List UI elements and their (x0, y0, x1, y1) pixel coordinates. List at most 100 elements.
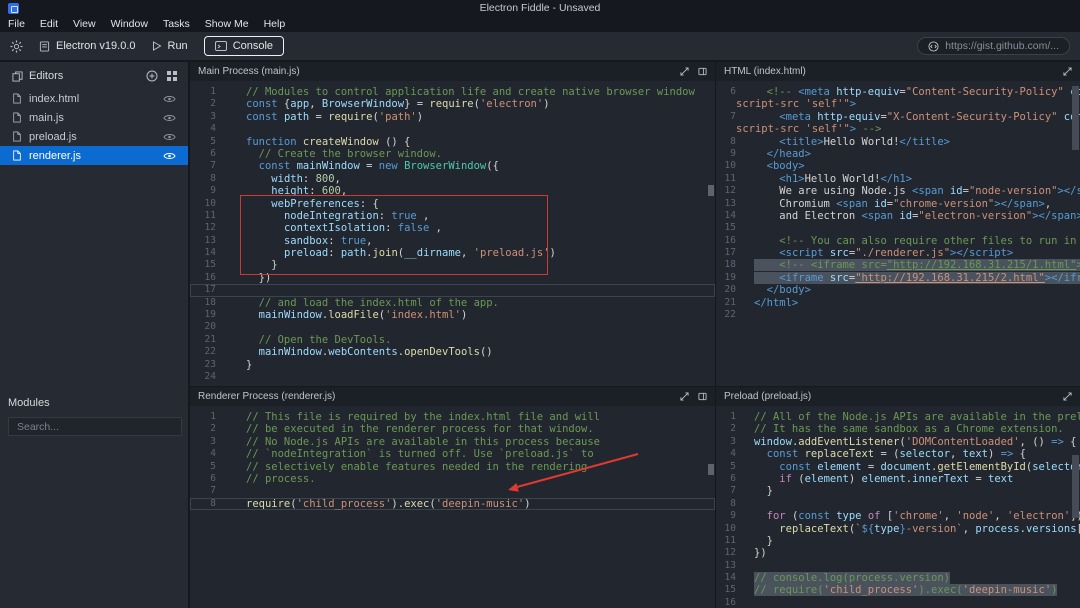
editor-file-list: index.html main.js preload.js renderer.js (0, 89, 188, 165)
document-icon (39, 40, 50, 52)
editors-section-header: Editors (0, 62, 188, 89)
line-number: 11 (204, 209, 216, 221)
code-line: 4 (190, 123, 715, 135)
line-number: 1 (210, 86, 216, 97)
code-line: 19 mainWindow.loadFile('index.html') (190, 309, 715, 321)
line-number: 13 (724, 197, 736, 209)
line-number: 9 (210, 185, 216, 197)
line-number: 6 (210, 472, 216, 484)
code-editor-main[interactable]: 1// Modules to control application life … (190, 81, 715, 386)
code-line: 4 const replaceText = (selector, text) =… (716, 448, 1080, 460)
electron-version-selector[interactable]: Electron v19.0.0 (39, 40, 136, 52)
expand-icon[interactable] (680, 392, 689, 401)
code-line: 7 <meta http-equiv="X-Content-Security-P… (716, 111, 1080, 123)
code-line: 12 We are using Node.js <span id="node-v… (716, 185, 1080, 197)
code-line: 18 <!-- <iframe src="http://192.168.31.2… (716, 259, 1080, 272)
line-number: 1 (730, 411, 736, 422)
menu-bar: File Edit View Window Tasks Show Me Help (0, 16, 1080, 32)
code-line: 10 replaceText(`${type}-version`, proces… (716, 523, 1080, 535)
code-line: 13 Chromium <span id="chrome-version"></… (716, 198, 1080, 210)
layers-icon (12, 70, 23, 82)
panel-toggle-icon[interactable] (698, 392, 707, 401)
overview-ruler-marker (708, 464, 714, 475)
eye-icon[interactable] (163, 152, 176, 160)
code-line: 6 <!-- <meta http-equiv="Content-Securit… (716, 86, 1080, 98)
menu-view[interactable]: View (73, 18, 96, 30)
code-line: 7 (190, 485, 715, 497)
code-line: 8 require('child_process').exec('deepin-m… (190, 498, 715, 510)
pane-title: Main Process (main.js) (198, 66, 300, 77)
sidebar-item-preload.js[interactable]: preload.js (0, 127, 188, 146)
code-line: 15// require('child_process').exec('deep… (716, 584, 1080, 597)
menu-help[interactable]: Help (264, 18, 286, 30)
line-number: 5 (730, 460, 736, 472)
code-line: 11 } (716, 535, 1080, 547)
layout-grid-icon[interactable] (166, 70, 178, 82)
code-line: 8 width: 800, (190, 173, 715, 185)
module-search-input[interactable] (8, 417, 182, 436)
code-line: 22 (716, 309, 1080, 321)
line-number: 6 (730, 86, 736, 97)
code-line: 5// selectively enable features needed i… (190, 461, 715, 473)
add-editor-icon[interactable] (146, 70, 158, 82)
code-line: 15 (716, 222, 1080, 234)
line-number: 13 (724, 559, 736, 571)
scrollbar-thumb[interactable] (1072, 86, 1079, 150)
code-line: 12 contextIsolation: false , (190, 222, 715, 234)
eye-icon[interactable] (163, 95, 176, 103)
expand-icon[interactable] (1063, 392, 1072, 401)
expand-icon[interactable] (1063, 67, 1072, 76)
code-line: 8 (716, 498, 1080, 510)
eye-icon[interactable] (163, 133, 176, 141)
scrollbar-thumb[interactable] (1072, 455, 1079, 518)
code-line: 9 height: 600, (190, 185, 715, 197)
gist-url-field[interactable]: https://gist.github.com/... (917, 37, 1070, 55)
panel-toggle-icon[interactable] (698, 67, 707, 76)
sidebar-item-index.html[interactable]: index.html (0, 89, 188, 108)
eye-icon[interactable] (163, 114, 176, 122)
line-number: 12 (724, 547, 736, 559)
line-number: 8 (730, 497, 736, 509)
menu-tasks[interactable]: Tasks (163, 18, 190, 30)
line-number: 11 (724, 534, 736, 546)
code-editor-html[interactable]: 6 <!-- <meta http-equiv="Content-Securit… (716, 81, 1080, 386)
line-number: 8 (210, 497, 216, 509)
terminal-icon (214, 41, 227, 51)
code-line: 22 mainWindow.webContents.openDevTools() (190, 346, 715, 358)
file-icon (12, 150, 22, 161)
line-number: 22 (724, 309, 736, 321)
line-number: 4 (210, 448, 216, 460)
code-line: 16 (716, 597, 1080, 608)
pane-title: Preload (preload.js) (724, 391, 812, 402)
menu-window[interactable]: Window (111, 18, 148, 30)
code-line: 23} (190, 359, 715, 371)
code-line: 21 </html> (716, 297, 1080, 309)
sidebar-item-main.js[interactable]: main.js (0, 108, 188, 127)
menu-file[interactable]: File (8, 18, 25, 30)
editors-title: Editors (29, 70, 64, 82)
run-button[interactable]: Run (152, 40, 188, 52)
sidebar-item-renderer.js[interactable]: renderer.js (0, 146, 188, 165)
line-number: 5 (210, 460, 216, 472)
menu-show-me[interactable]: Show Me (205, 18, 249, 30)
code-line: 15 } (190, 259, 715, 271)
code-line: 13 (716, 560, 1080, 572)
run-label: Run (167, 40, 188, 52)
line-number: 4 (730, 448, 736, 460)
line-number: 2 (730, 423, 736, 435)
menu-edit[interactable]: Edit (40, 18, 58, 30)
code-editor-renderer[interactable]: 1// This file is required by the index.h… (190, 406, 715, 608)
pane-title: Renderer Process (renderer.js) (198, 391, 336, 402)
line-number: 18 (724, 259, 736, 271)
code-line: 14// console.log(process.version) (716, 572, 1080, 585)
code-line: 20 </body> (716, 284, 1080, 296)
expand-icon[interactable] (680, 67, 689, 76)
overview-ruler-marker (708, 185, 714, 196)
line-number: 15 (724, 584, 736, 596)
gear-icon[interactable] (10, 39, 23, 53)
line-number: 23 (204, 358, 216, 370)
line-number: 17 (204, 284, 216, 296)
line-number: 8 (730, 135, 736, 147)
code-editor-preload[interactable]: 1// All of the Node.js APIs are availabl… (716, 406, 1080, 608)
console-button[interactable]: Console (203, 36, 285, 56)
